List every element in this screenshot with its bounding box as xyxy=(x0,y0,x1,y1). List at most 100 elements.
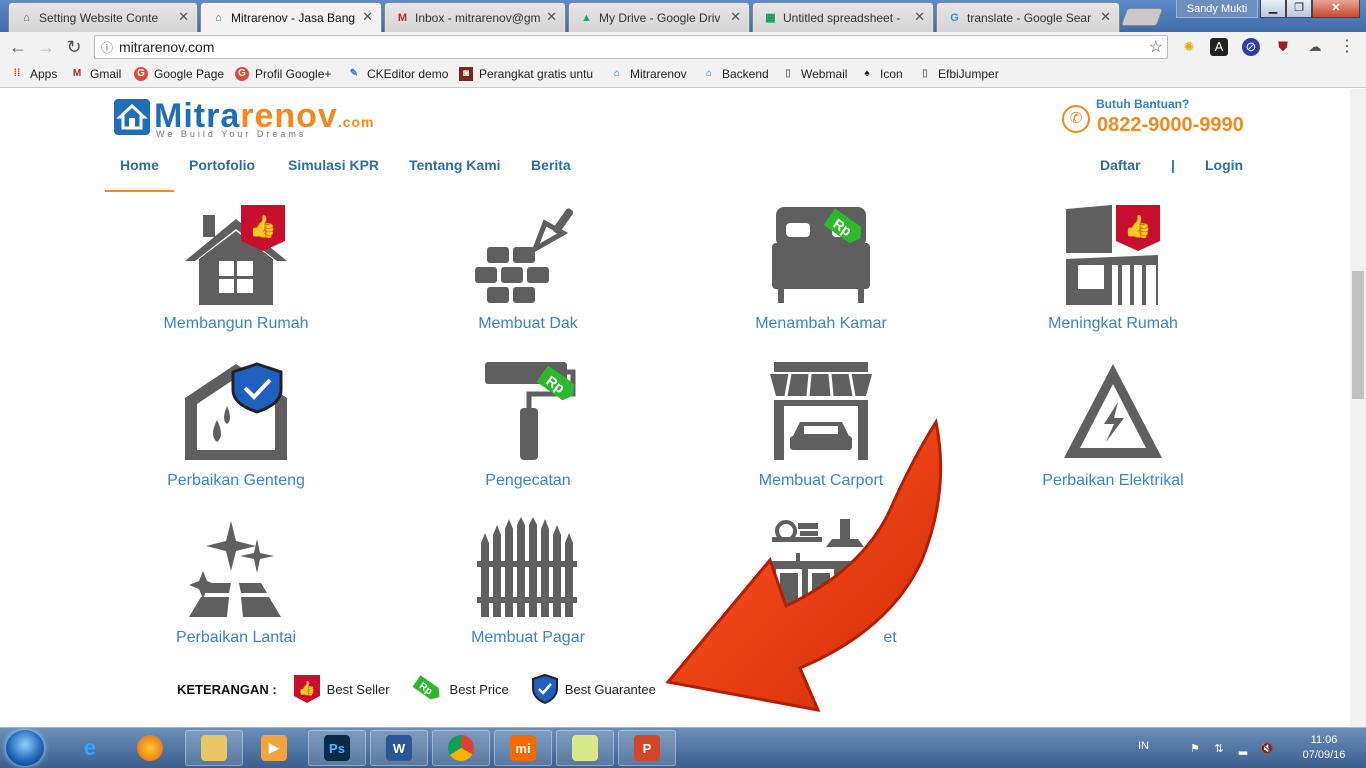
service-membuat-dak[interactable]: Membuat Dak xyxy=(408,203,648,333)
close-icon[interactable]: ✕ xyxy=(178,9,189,25)
mitrarenov-favicon: ⌂ xyxy=(23,11,30,24)
tab-title: Inbox - mitrarenov@gm xyxy=(415,10,540,25)
close-icon[interactable]: ✕ xyxy=(914,9,925,25)
back-arrow-icon[interactable]: ← xyxy=(6,36,30,58)
nav-daftar[interactable]: Daftar xyxy=(1100,157,1140,173)
internet-explorer-icon: e xyxy=(83,735,97,760)
close-icon[interactable]: ✕ xyxy=(730,9,741,25)
input-language[interactable]: IN xyxy=(1138,740,1149,752)
new-tab-button[interactable] xyxy=(1120,8,1164,26)
system-clock[interactable]: 11:06 07/09/16 xyxy=(1296,733,1352,763)
google-drive-icon: ▲ xyxy=(581,11,592,24)
close-icon[interactable]: ✕ xyxy=(1100,9,1111,25)
bookmark-profil-google[interactable]: G Profil Google+ xyxy=(235,67,331,81)
taskbar-photoshop[interactable]: Ps xyxy=(308,730,366,766)
bookmark-star-icon[interactable]: ☆ xyxy=(1149,37,1163,57)
mitrarenov-favicon: ⌂ xyxy=(215,11,222,24)
taskbar-firefox[interactable] xyxy=(121,730,179,766)
nav-simulasi-kpr[interactable]: Simulasi KPR xyxy=(288,157,379,173)
nav-portofolio[interactable]: Portofolio xyxy=(189,157,255,173)
service-label: Pengecatan xyxy=(485,472,571,489)
extension-block-icon[interactable]: ⊘ xyxy=(1242,38,1260,56)
tab-setting-website[interactable]: ⌂ Setting Website Conte ✕ xyxy=(8,2,198,32)
service-perbaikan-elektrikal[interactable]: Perbaikan Elektrikal xyxy=(993,360,1233,490)
apps-grid-icon: ⁞⁞ xyxy=(13,68,21,79)
tab-mitrarenov[interactable]: ⌂ Mitrarenov - Jasa Bang ✕ xyxy=(200,2,382,33)
clock-date: 07/09/16 xyxy=(1302,749,1346,761)
service-pengecatan[interactable]: Rp Pengecatan xyxy=(408,360,648,490)
taskbar-chrome[interactable] xyxy=(432,730,490,766)
icon-bookmark-icon: ♠ xyxy=(864,68,870,79)
extension-shield-icon[interactable]: ⛊ xyxy=(1274,38,1292,56)
site-logo[interactable]: Mitrarenov.com We Build Your Dreams xyxy=(114,99,375,139)
nav-berita[interactable]: Berita xyxy=(531,157,571,173)
thumbs-up-badge-icon: 👍 xyxy=(293,675,320,703)
minimize-button[interactable]: ▁ xyxy=(1260,0,1286,18)
service-label: Membuat Pagar xyxy=(471,629,585,646)
service-kitchen-set[interactable]: et xyxy=(701,517,941,647)
taskbar-word[interactable]: W xyxy=(370,730,428,766)
extension-sun-icon[interactable]: ✺ xyxy=(1180,38,1198,56)
taskbar-internet-explorer[interactable]: e xyxy=(61,730,119,766)
bookmark-gmail[interactable]: M Gmail xyxy=(70,67,122,81)
bookmark-webmail[interactable]: ▯ Webmail xyxy=(781,67,847,81)
taskbar-media-player[interactable]: ▶ xyxy=(245,730,303,766)
extension-a-icon[interactable]: A xyxy=(1210,38,1228,56)
window-close-button[interactable]: ✕ xyxy=(1312,0,1360,18)
nav-login[interactable]: Login xyxy=(1205,157,1243,173)
info-icon[interactable]: ⓘ xyxy=(95,39,119,56)
service-membangun-rumah[interactable]: 👍 Membangun Rumah xyxy=(116,203,356,333)
address-bar[interactable]: ⓘ mitrarenov.com ☆ xyxy=(94,35,1168,59)
page-scrollbar[interactable] xyxy=(1350,89,1366,727)
nav-tentang-kami[interactable]: Tentang Kami xyxy=(409,157,501,173)
taskbar-powerpoint[interactable]: P xyxy=(618,730,676,766)
tab-spreadsheet[interactable]: ▦ Untitled spreadsheet - ✕ xyxy=(752,2,934,32)
service-membuat-pagar[interactable]: Membuat Pagar xyxy=(408,517,648,647)
phone-number: 0822-9000-9990 xyxy=(1097,114,1244,136)
taskbar-explorer[interactable] xyxy=(185,730,243,766)
service-label: Perbaikan Lantai xyxy=(175,629,297,646)
service-perbaikan-lantai[interactable]: Perbaikan Lantai xyxy=(116,517,356,647)
bookmark-icon[interactable]: ♠ Icon xyxy=(860,67,902,81)
high-voltage-warning-icon xyxy=(1064,364,1162,458)
network-share-icon[interactable]: ⇅ xyxy=(1212,742,1226,756)
sticky-notes-icon xyxy=(572,735,598,761)
service-perbaikan-genteng[interactable]: Perbaikan Genteng xyxy=(116,360,356,490)
maximize-button[interactable]: ❐ xyxy=(1286,0,1312,18)
word-icon: W xyxy=(386,735,412,761)
bookmark-efbijumper[interactable]: ▯ EfbiJumper xyxy=(918,67,998,81)
volume-muted-icon[interactable]: 🔇 xyxy=(1260,742,1274,756)
reload-icon[interactable]: ↻ xyxy=(62,36,86,58)
chrome-icon xyxy=(448,735,474,761)
service-label: et xyxy=(883,629,897,646)
close-icon[interactable]: ✕ xyxy=(546,9,557,25)
profile-button[interactable]: Sandy Mukti xyxy=(1176,0,1258,18)
taskbar-mi[interactable]: mi xyxy=(494,730,552,766)
nav-home[interactable]: Home xyxy=(120,157,159,173)
tab-gmail[interactable]: M Inbox - mitrarenov@gm ✕ xyxy=(384,2,566,32)
tab-google-drive[interactable]: ▲ My Drive - Google Driv ✕ xyxy=(568,2,750,32)
google-plus-icon: G xyxy=(235,67,249,81)
bookmark-google-page[interactable]: G Google Page xyxy=(134,67,224,81)
extension-cloud-icon[interactable]: ☁ xyxy=(1306,38,1324,56)
scrollbar-thumb[interactable] xyxy=(1352,271,1364,399)
tab-title: My Drive - Google Driv xyxy=(599,10,721,25)
service-membuat-carport[interactable]: Membuat Carport xyxy=(701,360,941,490)
bookmark-apps[interactable]: ⁞⁞ Apps xyxy=(10,67,58,81)
signal-bars-icon[interactable]: ▂ xyxy=(1236,742,1250,756)
menu-kebab-icon[interactable]: ⋮ xyxy=(1338,38,1356,56)
forward-arrow-icon[interactable]: → xyxy=(34,36,58,58)
service-menambah-kamar[interactable]: Rp Menambah Kamar xyxy=(701,203,941,333)
tab-google-search[interactable]: G translate - Google Sear ✕ xyxy=(936,2,1120,32)
bookmark-mitrarenov[interactable]: ⌂ Mitrarenov xyxy=(610,67,687,81)
bookmark-backend[interactable]: ⌂ Backend xyxy=(702,67,769,81)
action-center-flag-icon[interactable]: ⚑ xyxy=(1188,742,1202,756)
bookmark-perangkat[interactable]: ◙ Perangkat gratis untu xyxy=(459,67,599,81)
close-icon[interactable]: ✕ xyxy=(362,9,373,25)
service-meningkat-rumah[interactable]: 👍 Meningkat Rumah xyxy=(993,203,1233,333)
start-button[interactable] xyxy=(6,730,44,766)
google-icon: G xyxy=(950,11,959,24)
legend-best-seller-label: Best Seller xyxy=(326,681,390,697)
bookmark-ckeditor[interactable]: ✎ CKEditor demo xyxy=(347,67,449,81)
taskbar-sticky-notes[interactable] xyxy=(556,730,614,766)
